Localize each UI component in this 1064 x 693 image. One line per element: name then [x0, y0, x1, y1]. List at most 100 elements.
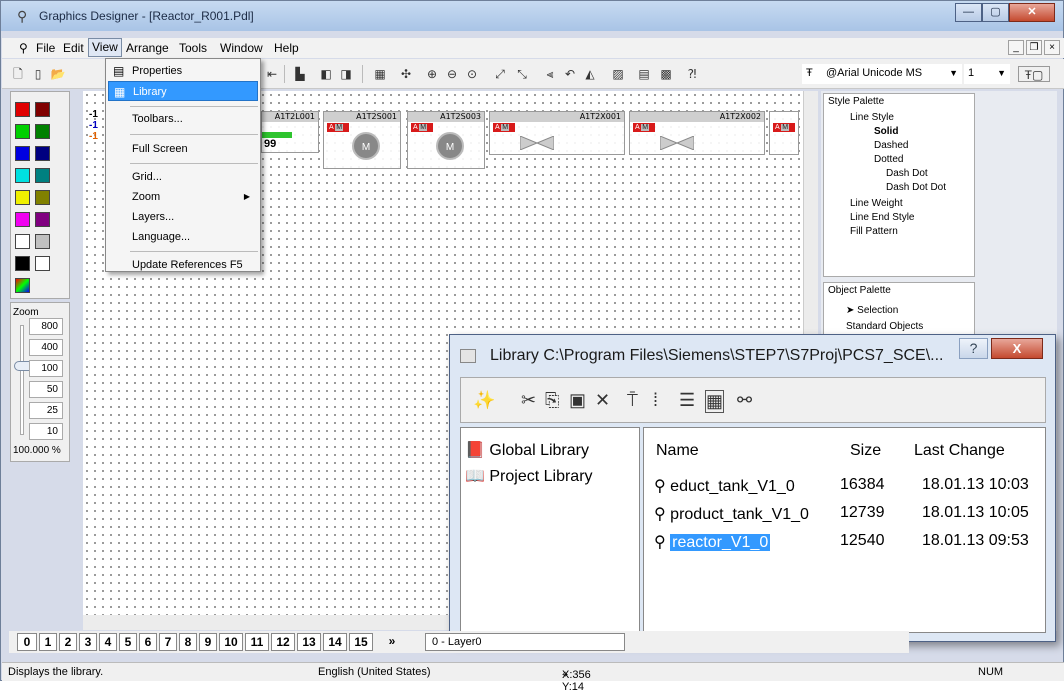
- minimize-button[interactable]: —: [955, 3, 982, 22]
- line-style-dash-dot[interactable]: Dash Dot: [886, 168, 928, 179]
- list-item[interactable]: ⚲ educt_tank_V1_0: [654, 476, 795, 496]
- copy-icon[interactable]: ⎘: [545, 390, 559, 411]
- menu-arrange[interactable]: Arrange: [123, 40, 172, 56]
- valve-object-1[interactable]: A1T2X001 A M: [489, 111, 625, 155]
- color-dark-green[interactable]: [35, 124, 50, 139]
- close-button[interactable]: ✕: [1009, 3, 1055, 22]
- color-cyan[interactable]: [15, 168, 30, 183]
- rotate-icon[interactable]: ↶: [562, 66, 578, 82]
- color-yellow[interactable]: [15, 190, 30, 205]
- layer-15[interactable]: 15: [349, 633, 373, 651]
- color-green[interactable]: [15, 124, 30, 139]
- layer-5[interactable]: 5: [119, 633, 137, 651]
- layer-8[interactable]: 8: [179, 633, 197, 651]
- new-icon[interactable]: 🗋: [10, 66, 26, 82]
- font-size-select[interactable]: 1 ▼: [964, 64, 1010, 84]
- color-white[interactable]: [15, 234, 30, 249]
- line-end-style-node[interactable]: Line End Style: [850, 212, 915, 223]
- more-layers-button[interactable]: »: [377, 633, 407, 651]
- layer-14[interactable]: 14: [323, 633, 347, 651]
- layer-1[interactable]: 1: [39, 633, 57, 651]
- zoom-fit-icon[interactable]: ⊙: [464, 66, 480, 82]
- color-magenta[interactable]: [15, 212, 30, 227]
- connect-icon[interactable]: ⤢: [492, 66, 508, 82]
- menu-zoom[interactable]: Zoom ▶: [108, 187, 258, 207]
- list-item[interactable]: ⚲ product_tank_V1_0: [654, 504, 809, 524]
- color-teal[interactable]: [35, 168, 50, 183]
- snap-icon[interactable]: ✣: [398, 66, 414, 82]
- menu-toolbars[interactable]: Toolbars...: [108, 109, 258, 129]
- fill-pattern-node[interactable]: Fill Pattern: [850, 226, 898, 237]
- layer-4[interactable]: 4: [99, 633, 117, 651]
- standard-objects-node[interactable]: Standard Objects: [846, 321, 923, 332]
- library-icon[interactable]: ▩: [658, 66, 674, 82]
- zoom-out-icon[interactable]: ⊖: [444, 66, 460, 82]
- menu-edit[interactable]: Edit: [60, 40, 87, 56]
- color-olive[interactable]: [35, 190, 50, 205]
- disconnect-icon[interactable]: ⤡: [514, 66, 530, 82]
- menu-library[interactable]: ▦ Library: [108, 81, 258, 101]
- paste-icon[interactable]: ▣: [569, 390, 586, 411]
- new-folder-icon[interactable]: ✨: [473, 390, 495, 411]
- color-red[interactable]: [15, 102, 30, 117]
- shape-icon[interactable]: ◭: [582, 66, 598, 82]
- column-size[interactable]: Size: [850, 442, 881, 460]
- menu-layers[interactable]: Layers...: [108, 207, 258, 227]
- line-style-dash-dot-dot[interactable]: Dash Dot Dot: [886, 182, 946, 193]
- column-name[interactable]: Name: [656, 442, 699, 460]
- motor-object-2[interactable]: A1T2S003 A M M: [407, 111, 485, 169]
- mdi-restore-button[interactable]: ❐: [1026, 40, 1042, 55]
- line-weight-node[interactable]: Line Weight: [850, 198, 903, 209]
- layer-11[interactable]: 11: [245, 633, 269, 651]
- mdi-minimize-button[interactable]: _: [1008, 40, 1024, 55]
- template-icon[interactable]: ▯: [30, 66, 46, 82]
- menu-language[interactable]: Language...: [108, 227, 258, 247]
- grid-icon[interactable]: ▦: [372, 66, 388, 82]
- zoom-10[interactable]: 10: [29, 423, 63, 440]
- selection-tool[interactable]: ➤ Selection: [846, 305, 898, 316]
- line-style-solid[interactable]: Solid: [874, 126, 898, 137]
- valve-object-2[interactable]: A1T2X002 A M: [629, 111, 765, 155]
- maximize-button[interactable]: ▢: [982, 3, 1009, 22]
- align-icon[interactable]: ⇤: [264, 66, 280, 82]
- menu-window[interactable]: Window: [217, 40, 266, 56]
- zoom-100[interactable]: 100: [29, 360, 63, 377]
- line-style-dashed[interactable]: Dashed: [874, 140, 908, 151]
- open-icon[interactable]: 📂: [50, 66, 66, 82]
- tree-global-library[interactable]: 📕 Global Library: [465, 440, 589, 460]
- front-icon[interactable]: ◧: [318, 66, 334, 82]
- color-dark-blue[interactable]: [35, 146, 50, 161]
- zoom-400[interactable]: 400: [29, 339, 63, 356]
- menu-update-references[interactable]: Update References F5: [108, 255, 258, 275]
- menu-properties[interactable]: ▤ Properties: [108, 61, 258, 81]
- zoom-slider-track[interactable]: [20, 325, 24, 435]
- layer-7[interactable]: 7: [159, 633, 177, 651]
- mirror-icon[interactable]: ⫷: [542, 66, 558, 82]
- app-menu-icon[interactable]: ⚲: [16, 40, 31, 56]
- zoom-in-icon[interactable]: ⊕: [424, 66, 440, 82]
- layer-12[interactable]: 12: [271, 633, 295, 651]
- list-item-selected[interactable]: ⚲ reactor_V1_0: [654, 532, 771, 552]
- line-style-node[interactable]: Line Style: [850, 112, 894, 123]
- font-select[interactable]: Ŧ @Arial Unicode MS ▼: [802, 64, 962, 84]
- motor-object-1[interactable]: A1T2S001 A M M: [323, 111, 401, 169]
- layer-6[interactable]: 6: [139, 633, 157, 651]
- help-icon[interactable]: ⁈: [684, 66, 700, 82]
- help-button[interactable]: ?: [959, 338, 988, 359]
- menu-grid[interactable]: Grid...: [108, 167, 258, 187]
- layer-10[interactable]: 10: [219, 633, 243, 651]
- menu-view[interactable]: View: [88, 38, 122, 57]
- palette-icon[interactable]: ▨: [610, 66, 626, 82]
- menu-file[interactable]: File: [33, 40, 58, 56]
- layer-3[interactable]: 3: [79, 633, 97, 651]
- menu-tools[interactable]: Tools: [176, 40, 210, 56]
- back-icon[interactable]: ◨: [338, 66, 354, 82]
- delete-icon[interactable]: ✕: [595, 390, 610, 411]
- list-view-icon[interactable]: ☰: [679, 390, 695, 411]
- line-style-dotted[interactable]: Dotted: [874, 154, 903, 165]
- layer-0[interactable]: 0: [17, 633, 37, 651]
- color-silver[interactable]: [35, 234, 50, 249]
- custom-color-icon[interactable]: [15, 278, 30, 293]
- zoom-25[interactable]: 25: [29, 402, 63, 419]
- partial-object[interactable]: A M: [769, 111, 799, 155]
